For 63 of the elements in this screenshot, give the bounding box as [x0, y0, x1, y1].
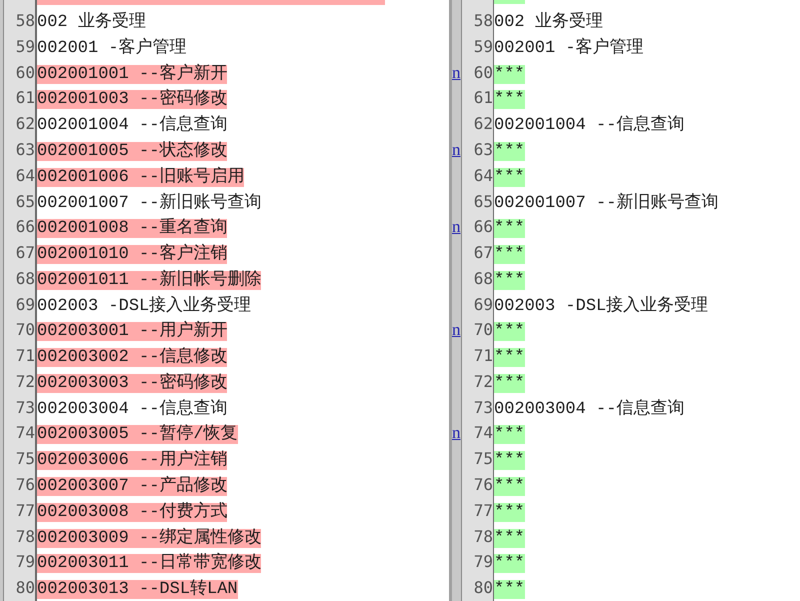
line-number: 71	[474, 346, 493, 366]
code-line: 002001 -客户管理	[37, 38, 187, 58]
code-line: 002001 -客户管理	[494, 38, 644, 58]
line-number: 79	[474, 552, 493, 572]
line-number: 76	[16, 474, 35, 494]
line-number: 78	[16, 526, 35, 546]
line-number: 70	[474, 320, 493, 340]
line-number: 68	[474, 268, 493, 288]
line-number: 74	[474, 423, 493, 442]
line-number: 72	[474, 372, 493, 391]
line-number: 60	[16, 62, 35, 82]
line-number: 77	[474, 500, 493, 520]
line-number: 71	[16, 346, 35, 366]
line-number: 58	[16, 11, 35, 30]
line-number: 61	[16, 88, 35, 108]
line-number: 65	[16, 192, 35, 211]
line-number: 60	[474, 62, 493, 82]
line-number: 67	[16, 243, 35, 262]
line-number: 59	[474, 36, 493, 56]
line-number: 64	[16, 166, 35, 185]
line-number: 65	[474, 192, 493, 211]
code-line: 002001004 --信息查询	[37, 116, 228, 136]
next-change-link[interactable]: n	[452, 423, 460, 442]
code-line: 002 业务受理	[37, 13, 146, 32]
line-number: 59	[16, 36, 35, 56]
line-number: 62	[16, 114, 35, 134]
next-change-link[interactable]: n	[452, 217, 460, 236]
line-number: 76	[474, 474, 493, 494]
line-number: 66	[16, 217, 35, 236]
code-line: 002003004 --信息查询	[494, 400, 684, 419]
line-number: 64	[474, 166, 493, 185]
code-line: 002003004 --信息查询	[37, 400, 228, 419]
line-number: 74	[16, 423, 35, 442]
line-number: 80	[16, 578, 35, 598]
line-number: 67	[474, 243, 493, 262]
line-number: 78	[474, 526, 493, 546]
line-number: 73	[474, 398, 493, 417]
line-number: 75	[474, 449, 493, 468]
code-line: 002001004 --信息查询	[494, 116, 684, 136]
code-line: 002 业务受理	[494, 13, 603, 32]
next-change-link[interactable]: n	[452, 320, 460, 340]
line-number: 70	[16, 320, 35, 340]
line-number: 62	[474, 114, 493, 134]
line-number: 72	[16, 372, 35, 391]
line-number: 69	[16, 294, 35, 314]
line-number: 63	[16, 140, 35, 160]
line-number: 77	[16, 500, 35, 520]
code-line: 002001007 --新旧账号查询	[37, 194, 262, 213]
line-number: 75	[16, 449, 35, 468]
code-line: 002003 -DSL接入业务受理	[494, 296, 708, 316]
code-line: 002001007 --新旧账号查询	[494, 194, 718, 213]
next-change-link[interactable]: n	[452, 140, 460, 160]
line-number: 68	[16, 268, 35, 288]
line-number: 73	[16, 398, 35, 417]
line-number: 79	[16, 552, 35, 572]
line-number: 58	[474, 11, 493, 30]
line-number: 66	[474, 217, 493, 236]
code-line: 002003 -DSL接入业务受理	[37, 296, 252, 316]
line-number: 69	[474, 294, 493, 314]
line-number: 61	[474, 88, 493, 108]
line-number: 80	[474, 578, 493, 598]
next-change-link[interactable]: n	[452, 62, 460, 82]
line-number: 63	[474, 140, 493, 160]
